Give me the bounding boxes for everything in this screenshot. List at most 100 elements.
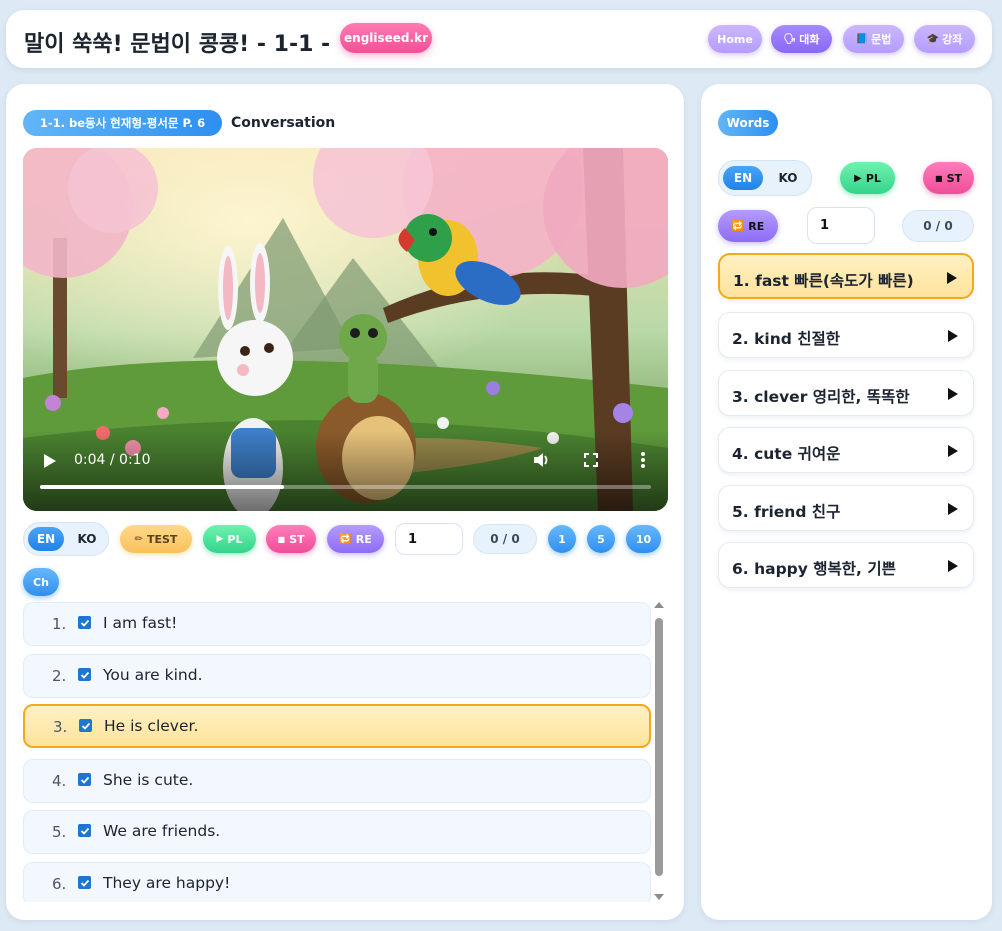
- sentence-row[interactable]: 2. You are kind.: [23, 654, 651, 698]
- sentence-row[interactable]: 6. They are happy!: [23, 862, 651, 902]
- words-lang-en-button[interactable]: EN: [723, 166, 763, 190]
- word-row[interactable]: 2. kind 친절한: [718, 312, 974, 358]
- test-button[interactable]: ✏ TEST: [120, 525, 192, 553]
- video-time: 0:04 / 0:10: [74, 452, 151, 468]
- nav-grammar-label: 문법: [871, 33, 892, 46]
- play-icon[interactable]: [947, 444, 959, 458]
- words-stop-label: ST: [946, 171, 962, 185]
- nav-home-button[interactable]: Home: [708, 25, 762, 53]
- scroll-up-icon[interactable]: [653, 600, 665, 610]
- words-repeat-count-input[interactable]: 1: [807, 207, 875, 244]
- sentence-row[interactable]: 4. She is cute.: [23, 759, 651, 803]
- sentence-text: He is clever.: [104, 717, 199, 735]
- sentence-number: 6.: [52, 875, 67, 893]
- play-icon[interactable]: [43, 453, 57, 469]
- stop-icon: ■: [277, 534, 286, 544]
- checkmark-icon: [80, 671, 89, 679]
- words-progress-counter: 0 / 0: [902, 210, 974, 242]
- speed-10-button[interactable]: 10: [626, 525, 661, 553]
- speech-icon: 🗣: [783, 33, 797, 45]
- sentence-list: 1. I am fast! 2. You are kind. 3. He is cleve…: [23, 602, 651, 902]
- word-row[interactable]: 4. cute 귀여운: [718, 427, 974, 473]
- speed-1-button[interactable]: 1: [548, 525, 576, 553]
- play-icon[interactable]: [947, 559, 959, 573]
- checkmark-icon: [80, 879, 89, 887]
- nav-lecture-label: 강좌: [942, 33, 963, 46]
- play-icon[interactable]: [947, 387, 959, 401]
- play-icon: ▶: [854, 172, 862, 184]
- checkmark-icon: [81, 722, 90, 730]
- more-options-icon[interactable]: [641, 451, 645, 469]
- play-icon[interactable]: [947, 329, 959, 343]
- sentence-checkbox[interactable]: [78, 876, 91, 889]
- sentence-row[interactable]: 5. We are friends.: [23, 810, 651, 854]
- repeat-icon: 🔁: [339, 533, 352, 545]
- words-language-toggle: EN KO: [718, 160, 812, 196]
- nav-lecture-button[interactable]: 🎓 강좌: [914, 25, 975, 53]
- lang-ko-button[interactable]: KO: [70, 527, 104, 551]
- stop-button[interactable]: ■ ST: [266, 525, 316, 553]
- progress-counter: 0 / 0: [473, 524, 537, 554]
- nav-grammar-button[interactable]: 📘 문법: [843, 25, 904, 53]
- speed-5-button[interactable]: 5: [587, 525, 615, 553]
- words-lang-ko-button[interactable]: KO: [769, 166, 807, 190]
- word-label: 6. happy 행복한, 기쁜: [732, 560, 896, 578]
- play-all-button[interactable]: ▶ PL: [203, 525, 256, 553]
- video-player[interactable]: 0:04 / 0:10: [23, 148, 668, 511]
- repeat-count-input[interactable]: 1: [395, 523, 463, 555]
- sentence-checkbox[interactable]: [79, 719, 92, 732]
- sentence-checkbox[interactable]: [78, 616, 91, 629]
- play-icon[interactable]: [946, 271, 958, 285]
- words-play-all-button[interactable]: ▶ PL: [840, 162, 895, 194]
- sentence-row[interactable]: 1. I am fast!: [23, 602, 651, 646]
- repeat-icon: 🔁: [731, 220, 745, 232]
- word-label: 3. clever 영리한, 똑똑한: [732, 388, 910, 406]
- language-toggle: EN KO: [23, 522, 109, 556]
- checkmark-icon: [80, 827, 89, 835]
- graduation-cap-icon: 🎓: [926, 33, 940, 45]
- video-progress-bar[interactable]: [40, 485, 651, 489]
- sentence-scrollbar[interactable]: [653, 600, 665, 902]
- words-title: Words: [718, 110, 778, 136]
- video-progress-fill: [40, 485, 285, 489]
- words-stop-button[interactable]: ■ ST: [923, 162, 974, 194]
- sentence-number: 4.: [52, 772, 67, 790]
- section-label: Conversation: [231, 115, 336, 131]
- sentence-number: 3.: [53, 718, 68, 736]
- sentence-text: We are friends.: [103, 822, 221, 840]
- fullscreen-icon[interactable]: [584, 453, 598, 467]
- sentence-checkbox[interactable]: [78, 824, 91, 837]
- brand-badge[interactable]: engliseed.kr: [340, 23, 432, 53]
- stop-label: ST: [289, 532, 305, 546]
- word-label: 1. fast 빠른(속도가 빠른): [733, 272, 914, 290]
- word-row[interactable]: 3. clever 영리한, 똑똑한: [718, 370, 974, 416]
- volume-icon[interactable]: [532, 451, 550, 469]
- test-label: TEST: [146, 532, 178, 546]
- sentence-number: 5.: [52, 823, 67, 841]
- sentence-row[interactable]: 3. He is clever.: [23, 704, 651, 748]
- words-repeat-button[interactable]: 🔁 RE: [718, 210, 778, 242]
- sentence-text: You are kind.: [103, 666, 203, 684]
- checkmark-icon: [80, 776, 89, 784]
- sentence-text: They are happy!: [103, 874, 231, 892]
- nav-talk-label: 대화: [799, 33, 820, 46]
- repeat-button[interactable]: 🔁 RE: [327, 525, 384, 553]
- lang-en-button[interactable]: EN: [28, 527, 64, 551]
- word-label: 5. friend 친구: [732, 503, 841, 521]
- pencil-icon: ✏: [134, 533, 143, 545]
- play-icon[interactable]: [947, 502, 959, 516]
- scroll-down-icon[interactable]: [653, 892, 665, 902]
- word-row[interactable]: 5. friend 친구: [718, 485, 974, 531]
- words-repeat-label: RE: [748, 219, 765, 233]
- word-row[interactable]: 1. fast 빠른(속도가 빠른): [718, 253, 974, 299]
- sentence-text: I am fast!: [103, 614, 178, 632]
- word-row[interactable]: 6. happy 행복한, 기쁜: [718, 542, 974, 588]
- scrollbar-thumb[interactable]: [655, 618, 663, 876]
- sentence-checkbox[interactable]: [78, 668, 91, 681]
- word-label: 2. kind 친절한: [732, 330, 840, 348]
- nav-home-label: Home: [717, 32, 753, 46]
- chapter-button[interactable]: Ch: [23, 568, 59, 596]
- nav-talk-button[interactable]: 🗣 대화: [771, 25, 832, 53]
- page-title: 말이 쑥쑥! 문법이 콩콩! - 1-1 -: [24, 32, 331, 57]
- sentence-checkbox[interactable]: [78, 773, 91, 786]
